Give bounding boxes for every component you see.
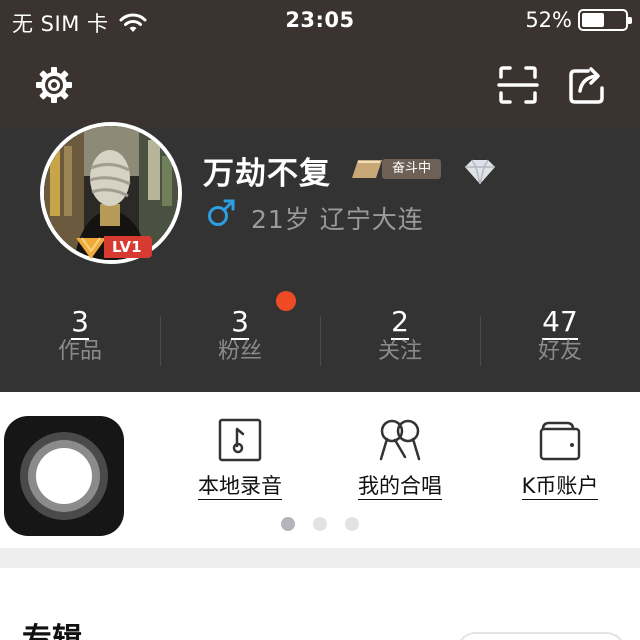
battery-percent: 52% <box>525 8 572 32</box>
page-dot <box>281 517 295 531</box>
stat-fans-label: 粉丝 <box>217 339 262 364</box>
book-icon <box>352 160 382 178</box>
stat-friends[interactable]: 47 好友 <box>480 306 640 370</box>
duet-mic-icon <box>379 419 421 461</box>
stat-fans-count: 3 <box>231 305 249 340</box>
stat-following[interactable]: 2 关注 <box>320 306 480 370</box>
album-section: 专辑 <box>0 568 640 640</box>
wallet-icon <box>539 421 581 461</box>
nav-bar <box>0 42 640 128</box>
stat-following-count: 2 <box>391 305 409 340</box>
battery-cap <box>628 17 632 24</box>
avatar-container[interactable]: LV1 <box>40 122 182 264</box>
gear-icon <box>36 67 72 103</box>
k-coin-account-label: K币账户 <box>521 474 599 500</box>
settings-button[interactable] <box>33 64 75 106</box>
stat-works-label: 作品 <box>57 339 102 364</box>
assistive-touch-button[interactable] <box>4 416 124 536</box>
level-text: LV1 <box>104 236 152 258</box>
section-divider <box>0 548 640 568</box>
page-dot <box>345 517 359 531</box>
stat-works-count: 3 <box>71 305 89 340</box>
male-icon <box>208 199 235 226</box>
stat-works[interactable]: 3 作品 <box>0 306 160 370</box>
scan-button[interactable] <box>497 64 539 106</box>
stat-following-label: 关注 <box>377 339 422 364</box>
level-badge: LV1 <box>74 234 152 260</box>
battery-fill <box>582 13 604 27</box>
k-coin-account-button[interactable]: K币账户 <box>480 417 640 507</box>
stat-fans[interactable]: 3 粉丝 <box>160 306 320 370</box>
album-action-button[interactable] <box>456 632 626 640</box>
user-age-location: 21岁 辽宁大连 <box>251 205 424 234</box>
album-section-title: 专辑 <box>22 622 82 640</box>
assistive-touch-core <box>36 448 92 504</box>
local-recordings-label: 本地录音 <box>198 474 282 500</box>
my-duets-label: 我的合唱 <box>358 474 442 500</box>
share-button[interactable] <box>566 64 608 106</box>
status-badge: 奋斗中 <box>350 158 442 180</box>
status-bar: 无 SIM 卡 23:05 52% <box>0 0 640 42</box>
stat-friends-label: 好友 <box>537 339 582 364</box>
music-file-icon <box>218 418 262 462</box>
diamond-icon[interactable] <box>463 158 497 186</box>
crown-icon <box>76 237 106 259</box>
local-recordings-button[interactable]: 本地录音 <box>160 417 320 507</box>
scan-icon <box>497 66 539 104</box>
my-duets-button[interactable]: 我的合唱 <box>320 417 480 507</box>
stats-row: 3 作品 3 粉丝 2 关注 47 好友 <box>0 306 640 370</box>
status-badge-label: 奋斗中 <box>382 159 442 179</box>
share-icon <box>569 67 604 104</box>
profile-header: LV1 万劫不复 奋斗中 21岁 辽宁大连 3 作品 3 粉丝 2 关注 47 … <box>0 122 640 392</box>
stat-friends-count: 47 <box>542 305 578 340</box>
status-right: 52% <box>525 8 632 32</box>
battery-icon <box>578 9 632 31</box>
page-dot <box>313 517 327 531</box>
username: 万劫不复 <box>203 156 331 192</box>
